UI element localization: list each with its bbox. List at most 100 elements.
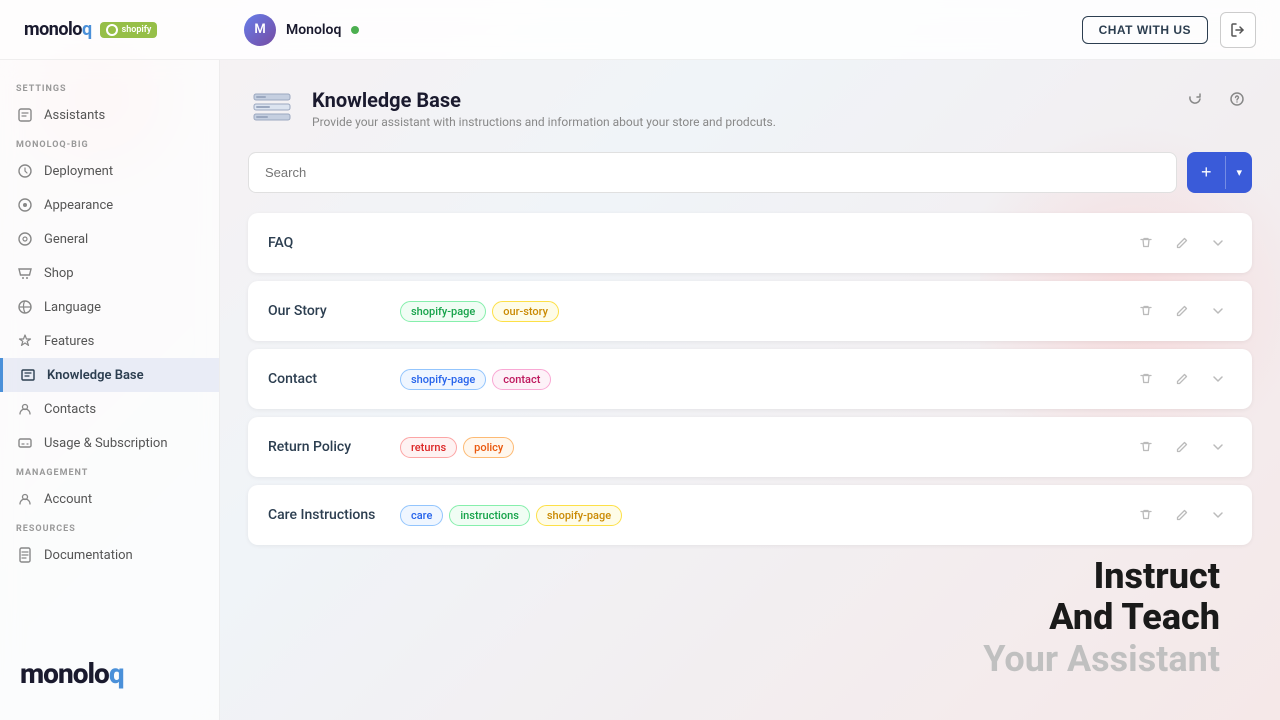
sidebar-section-resources: RESOURCES — [0, 516, 219, 538]
tag-care: care — [400, 505, 443, 526]
knowledge-item-contact: Contact shopify-page contact — [248, 349, 1252, 409]
knowledge-item-faq: FAQ — [248, 213, 1252, 273]
edit-our-story-button[interactable] — [1168, 297, 1196, 325]
status-dot — [351, 26, 359, 34]
item-actions-return-policy — [1132, 433, 1232, 461]
refresh-button[interactable] — [1180, 84, 1210, 114]
expand-return-policy-button[interactable] — [1204, 433, 1232, 461]
shopify-badge: shopify — [100, 22, 158, 38]
knowledge-base-page-icon — [248, 84, 296, 132]
sidebar-item-contacts[interactable]: Contacts — [0, 392, 219, 426]
usage-subscription-icon — [16, 434, 34, 452]
tag-returns: returns — [400, 437, 457, 458]
tag-shopify-page-contact: shopify-page — [400, 369, 486, 390]
logo-area: monoloq shopify — [24, 19, 244, 40]
item-actions-faq — [1132, 229, 1232, 257]
item-tags-return-policy: returns policy — [400, 437, 1120, 458]
sidebar-item-documentation[interactable]: Documentation — [0, 538, 219, 572]
sidebar-label-language: Language — [44, 300, 101, 315]
help-button[interactable] — [1222, 84, 1252, 114]
sidebar-item-account[interactable]: Account — [0, 482, 219, 516]
delete-care-instructions-button[interactable] — [1132, 501, 1160, 529]
edit-return-policy-button[interactable] — [1168, 433, 1196, 461]
edit-contact-button[interactable] — [1168, 365, 1196, 393]
page-subtitle: Provide your assistant with instructions… — [312, 115, 776, 129]
edit-faq-button[interactable] — [1168, 229, 1196, 257]
logo-text: monoloq — [24, 19, 92, 40]
item-tags-contact: shopify-page contact — [400, 369, 1120, 390]
expand-care-instructions-button[interactable] — [1204, 501, 1232, 529]
sidebar-item-language[interactable]: Language — [0, 290, 219, 324]
expand-faq-button[interactable] — [1204, 229, 1232, 257]
account-icon — [16, 490, 34, 508]
app-container: monoloq shopify M Monoloq CHAT WITH US — [0, 0, 1280, 720]
tagline-line3: Your Assistant — [983, 639, 1220, 680]
knowledge-items-list: FAQ Ou — [248, 213, 1252, 545]
item-name-our-story: Our Story — [268, 303, 388, 319]
sidebar-item-knowledge-base[interactable]: Knowledge Base — [0, 358, 219, 392]
sidebar-label-documentation: Documentation — [44, 548, 133, 563]
sidebar-item-shop[interactable]: Shop — [0, 256, 219, 290]
sidebar-section-monoloq: MONOLOQ-BIG — [0, 132, 219, 154]
header-right: CHAT WITH US — [1082, 12, 1256, 48]
sidebar-label-deployment: Deployment — [44, 164, 113, 179]
sidebar-item-general[interactable]: General — [0, 222, 219, 256]
user-name: Monoloq — [286, 22, 341, 38]
add-plus-label: + — [1187, 152, 1226, 193]
delete-contact-button[interactable] — [1132, 365, 1160, 393]
tag-our-story: our-story — [492, 301, 559, 322]
tagline-line1: Instruct — [983, 556, 1220, 597]
expand-contact-button[interactable] — [1204, 365, 1232, 393]
sidebar-item-deployment[interactable]: Deployment — [0, 154, 219, 188]
sidebar-label-general: General — [44, 232, 88, 247]
general-icon — [16, 230, 34, 248]
tag-contact: contact — [492, 369, 551, 390]
add-button[interactable]: + ▾ — [1187, 152, 1252, 193]
item-tags-our-story: shopify-page our-story — [400, 301, 1120, 322]
knowledge-item-care-instructions: Care Instructions care instructions shop… — [248, 485, 1252, 545]
shopify-label: shopify — [122, 25, 152, 35]
delete-return-policy-button[interactable] — [1132, 433, 1160, 461]
item-name-care-instructions: Care Instructions — [268, 507, 388, 523]
sidebar-label-account: Account — [44, 492, 92, 507]
sidebar-item-usage-subscription[interactable]: Usage & Subscription — [0, 426, 219, 460]
sidebar-item-appearance[interactable]: Appearance — [0, 188, 219, 222]
item-name-return-policy: Return Policy — [268, 439, 388, 455]
exit-button[interactable] — [1220, 12, 1256, 48]
item-actions-our-story — [1132, 297, 1232, 325]
sidebar-label-shop: Shop — [44, 266, 74, 281]
help-icon — [1229, 91, 1245, 107]
sidebar-label-knowledge-base: Knowledge Base — [47, 368, 144, 383]
sidebar-section-management: MANAGEMENT — [0, 460, 219, 482]
sidebar-label-contacts: Contacts — [44, 402, 96, 417]
assistants-icon — [16, 106, 34, 124]
item-tags-care-instructions: care instructions shopify-page — [400, 505, 1120, 526]
chat-with-us-button[interactable]: CHAT WITH US — [1082, 16, 1208, 44]
search-input[interactable] — [248, 152, 1177, 193]
shop-icon — [16, 264, 34, 282]
sidebar-label-assistants: Assistants — [44, 108, 105, 123]
page-header: Knowledge Base Provide your assistant wi… — [248, 84, 1252, 132]
sidebar-label-appearance: Appearance — [44, 198, 113, 213]
page-header-left: Knowledge Base Provide your assistant wi… — [248, 84, 776, 132]
deployment-icon — [16, 162, 34, 180]
knowledge-item-our-story: Our Story shopify-page our-story — [248, 281, 1252, 341]
features-icon — [16, 332, 34, 350]
language-icon — [16, 298, 34, 316]
sidebar-item-assistants[interactable]: Assistants — [0, 98, 219, 132]
avatar: M — [244, 14, 276, 46]
bottom-logo: monoloq — [20, 657, 124, 690]
item-name-contact: Contact — [268, 371, 388, 387]
contacts-icon — [16, 400, 34, 418]
edit-care-instructions-button[interactable] — [1168, 501, 1196, 529]
bottom-logo-text: monoloq — [20, 657, 124, 690]
appearance-icon — [16, 196, 34, 214]
avatar-initial: M — [254, 22, 265, 37]
page-title: Knowledge Base — [312, 88, 776, 112]
delete-faq-button[interactable] — [1132, 229, 1160, 257]
knowledge-base-icon — [19, 366, 37, 384]
tag-shopify-page: shopify-page — [400, 301, 486, 322]
sidebar-item-features[interactable]: Features — [0, 324, 219, 358]
delete-our-story-button[interactable] — [1132, 297, 1160, 325]
expand-our-story-button[interactable] — [1204, 297, 1232, 325]
